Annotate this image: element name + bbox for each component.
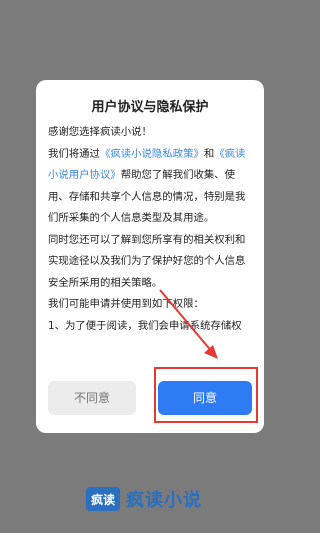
app-logo: 疯读: [86, 487, 120, 511]
annotation-arrow-icon: [159, 289, 218, 359]
app-name: 疯读小说: [126, 490, 202, 511]
brand-footer: 疯读 疯读小说: [86, 486, 202, 512]
